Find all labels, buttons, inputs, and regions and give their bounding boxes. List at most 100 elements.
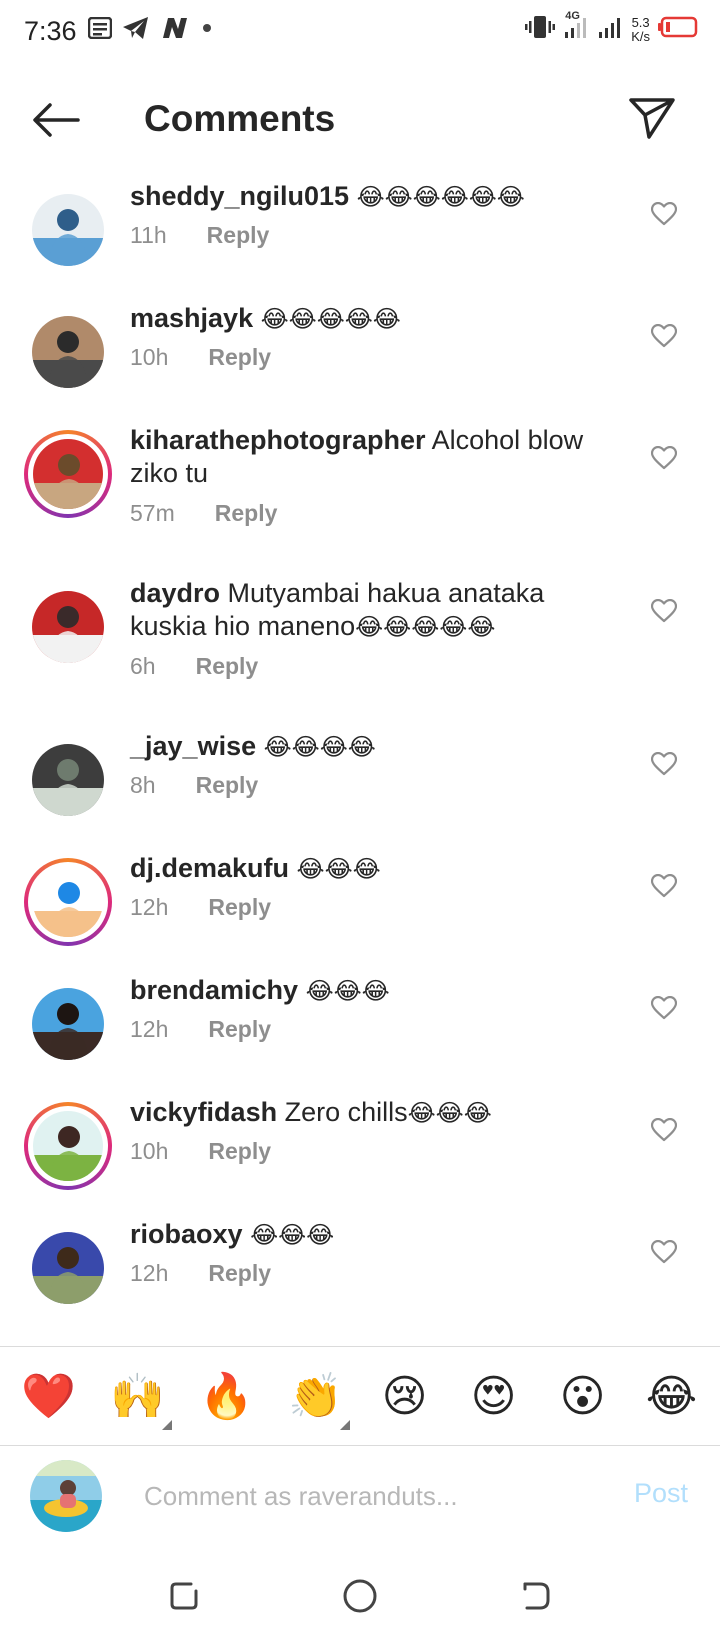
avatar-container[interactable] bbox=[24, 583, 112, 671]
comment-username[interactable]: vickyfidash bbox=[130, 1097, 277, 1127]
comment-row[interactable]: sheddy_ngilu015 😂😂😂😂😂😂 11h Reply bbox=[0, 178, 720, 300]
comment-timestamp: 10h bbox=[130, 344, 169, 370]
avatar bbox=[32, 591, 104, 663]
comment-text: brendamichy 😂😂😂 bbox=[130, 974, 600, 1008]
comment-row[interactable]: kiharathephotographer Alcohol blow ziko … bbox=[0, 422, 720, 575]
comment-emoji: 😂😂😂 bbox=[407, 1100, 492, 1127]
story-ring[interactable] bbox=[24, 430, 112, 518]
tears-of-joy-emoji[interactable]: 😂 bbox=[632, 1356, 712, 1436]
story-ring[interactable] bbox=[24, 858, 112, 946]
avatar bbox=[32, 1232, 104, 1304]
avatar bbox=[32, 194, 104, 266]
comment-input[interactable] bbox=[144, 1474, 584, 1518]
recents-button[interactable] bbox=[158, 1572, 210, 1624]
signal-icon bbox=[597, 14, 623, 45]
avatar bbox=[33, 867, 103, 937]
reply-button[interactable]: Reply bbox=[208, 1260, 271, 1287]
heart-outline-icon bbox=[650, 445, 678, 475]
reply-button[interactable]: Reply bbox=[208, 344, 271, 371]
like-button[interactable] bbox=[648, 200, 680, 232]
heart-outline-icon bbox=[650, 751, 678, 781]
comment-meta: 12h Reply bbox=[130, 1260, 271, 1287]
comment-row[interactable]: vickyfidash Zero chills😂😂😂 10h Reply bbox=[0, 1094, 720, 1216]
raised-hands-emoji[interactable]: 🙌 bbox=[98, 1356, 178, 1436]
avatar bbox=[32, 988, 104, 1060]
reply-button[interactable]: Reply bbox=[215, 500, 278, 527]
comment-username[interactable]: brendamichy bbox=[130, 975, 298, 1005]
comment-username[interactable]: sheddy_ngilu015 bbox=[130, 181, 349, 211]
comment-username[interactable]: riobaoxy bbox=[130, 1219, 243, 1249]
reply-button[interactable]: Reply bbox=[196, 772, 259, 799]
comment-emoji: 😂😂😂😂😂 bbox=[355, 614, 496, 641]
comment-emoji: 😂😂😂😂 bbox=[263, 734, 376, 761]
avatar-container[interactable] bbox=[24, 1224, 112, 1312]
comment-text: vickyfidash Zero chills😂😂😂 bbox=[130, 1096, 600, 1130]
avatar-container[interactable] bbox=[24, 186, 112, 274]
comment-emoji: 😂😂😂😂😂 bbox=[260, 306, 401, 333]
comment-username[interactable]: daydro bbox=[130, 578, 220, 608]
reply-button[interactable]: Reply bbox=[208, 1016, 271, 1043]
comment-meta: 6h Reply bbox=[130, 653, 258, 680]
comment-emoji: 😂😂😂 bbox=[250, 1222, 335, 1249]
heart-emoji[interactable]: ❤️ bbox=[9, 1356, 89, 1436]
header: Comments bbox=[0, 80, 720, 164]
reply-button[interactable]: Reply bbox=[207, 222, 270, 249]
comment-row[interactable]: dj.demakufu 😂😂😂 12h Reply bbox=[0, 850, 720, 972]
avatar bbox=[33, 439, 103, 509]
reply-button[interactable]: Reply bbox=[208, 1138, 271, 1165]
like-button[interactable] bbox=[648, 444, 680, 476]
like-button[interactable] bbox=[648, 1238, 680, 1270]
comment-timestamp: 12h bbox=[130, 1260, 169, 1286]
post-button[interactable]: Post bbox=[634, 1478, 688, 1509]
avatar bbox=[33, 1111, 103, 1181]
surprised-emoji[interactable]: 😮 bbox=[543, 1356, 623, 1436]
crying-emoji[interactable]: 😢 bbox=[365, 1356, 445, 1436]
like-button[interactable] bbox=[648, 1116, 680, 1148]
clapping-emoji[interactable]: 👏 bbox=[276, 1356, 356, 1436]
avatar-container[interactable] bbox=[24, 308, 112, 396]
battery-low-icon bbox=[658, 16, 698, 43]
comment-row[interactable]: mashjayk 😂😂😂😂😂 10h Reply bbox=[0, 300, 720, 422]
comments-list[interactable]: sheddy_ngilu015 😂😂😂😂😂😂 11h Reply mashjayk 😂… bbox=[0, 178, 720, 1346]
comment-username[interactable]: kiharathephotographer bbox=[130, 425, 426, 455]
nav-back-button[interactable] bbox=[510, 1572, 562, 1624]
comment-message: Zero chills bbox=[284, 1097, 408, 1127]
comment-username[interactable]: mashjayk bbox=[130, 303, 253, 333]
share-button[interactable] bbox=[624, 94, 680, 146]
avatar-container[interactable] bbox=[24, 736, 112, 824]
like-button[interactable] bbox=[648, 872, 680, 904]
notes-icon bbox=[87, 16, 113, 44]
comment-meta: 11h Reply bbox=[130, 222, 269, 249]
comment-row[interactable]: brendamichy 😂😂😂 12h Reply bbox=[0, 972, 720, 1094]
back-button[interactable] bbox=[28, 98, 84, 146]
heart-outline-icon bbox=[650, 995, 678, 1025]
reply-button[interactable]: Reply bbox=[196, 653, 259, 680]
home-button[interactable] bbox=[334, 1572, 386, 1624]
comment-row[interactable]: daydro Mutyambai hakua anataka kuskia hi… bbox=[0, 575, 720, 728]
recents-icon bbox=[167, 1579, 201, 1618]
comment-row[interactable]: riobaoxy 😂😂😂 12h Reply bbox=[0, 1216, 720, 1338]
comment-username[interactable]: dj.demakufu bbox=[130, 853, 289, 883]
fire-emoji[interactable]: 🔥 bbox=[187, 1356, 267, 1436]
avatar-container[interactable] bbox=[24, 980, 112, 1068]
heart-outline-icon bbox=[650, 598, 678, 628]
paper-plane-icon bbox=[629, 97, 675, 144]
reply-button[interactable]: Reply bbox=[208, 894, 271, 921]
heart-eyes-emoji[interactable]: 😍 bbox=[454, 1356, 534, 1436]
skin-tone-variants-indicator bbox=[161, 1420, 172, 1430]
like-button[interactable] bbox=[648, 597, 680, 629]
story-ring[interactable] bbox=[24, 1102, 112, 1190]
like-button[interactable] bbox=[648, 994, 680, 1026]
status-notification-icons bbox=[87, 16, 214, 45]
avatar-gap bbox=[28, 862, 108, 942]
comment-text: sheddy_ngilu015 😂😂😂😂😂😂 bbox=[130, 180, 600, 214]
avatar bbox=[32, 744, 104, 816]
comment-row[interactable]: _jay_wise 😂😂😂😂 8h Reply bbox=[0, 728, 720, 850]
comment-username[interactable]: _jay_wise bbox=[130, 731, 256, 761]
comment-meta: 8h Reply bbox=[130, 772, 258, 799]
like-button[interactable] bbox=[648, 322, 680, 354]
heart-outline-icon bbox=[650, 323, 678, 353]
comment-timestamp: 10h bbox=[130, 1138, 169, 1164]
clapping-emoji-glyph: 👏 bbox=[288, 1371, 343, 1422]
like-button[interactable] bbox=[648, 750, 680, 782]
